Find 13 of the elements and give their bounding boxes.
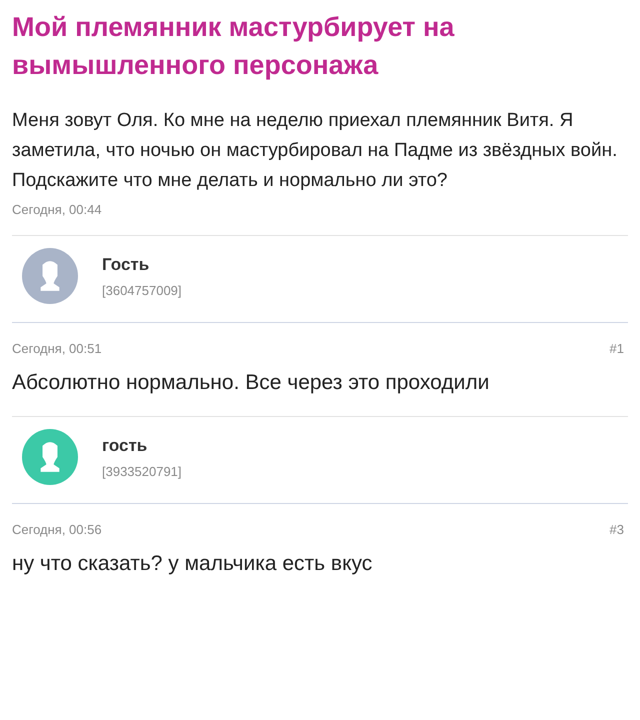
- author-name[interactable]: Гость: [102, 254, 182, 274]
- answer-text: ну что сказать? у мальчика есть вкус: [12, 551, 374, 577]
- answer-text: Абсолютно нормально. Все через это проходили: [12, 370, 490, 396]
- answer-date: Сегодня, 00:51: [12, 341, 102, 356]
- question-date: Сегодня, 00:44: [12, 202, 103, 217]
- answer-number: #1: [610, 341, 624, 356]
- question-title: Мой племянник мастурбирует на вымышленного персонажа: [12, 11, 456, 82]
- user-id: [3933520791]: [102, 464, 182, 478]
- answer-date: Сегодня, 00:56: [12, 522, 102, 537]
- answer-number: #3: [610, 522, 624, 537]
- question-text: Меня зовут Оля. Ко мне на неделю приехал племянник Витя. Я заметила, что ночью он мастурбировал на Падме из звёздных войн. Подскажите что мне делать и нормально ли это?: [12, 109, 618, 193]
- author-name[interactable]: гость: [102, 436, 182, 456]
- user-id: [3604757009]: [102, 282, 182, 298]
